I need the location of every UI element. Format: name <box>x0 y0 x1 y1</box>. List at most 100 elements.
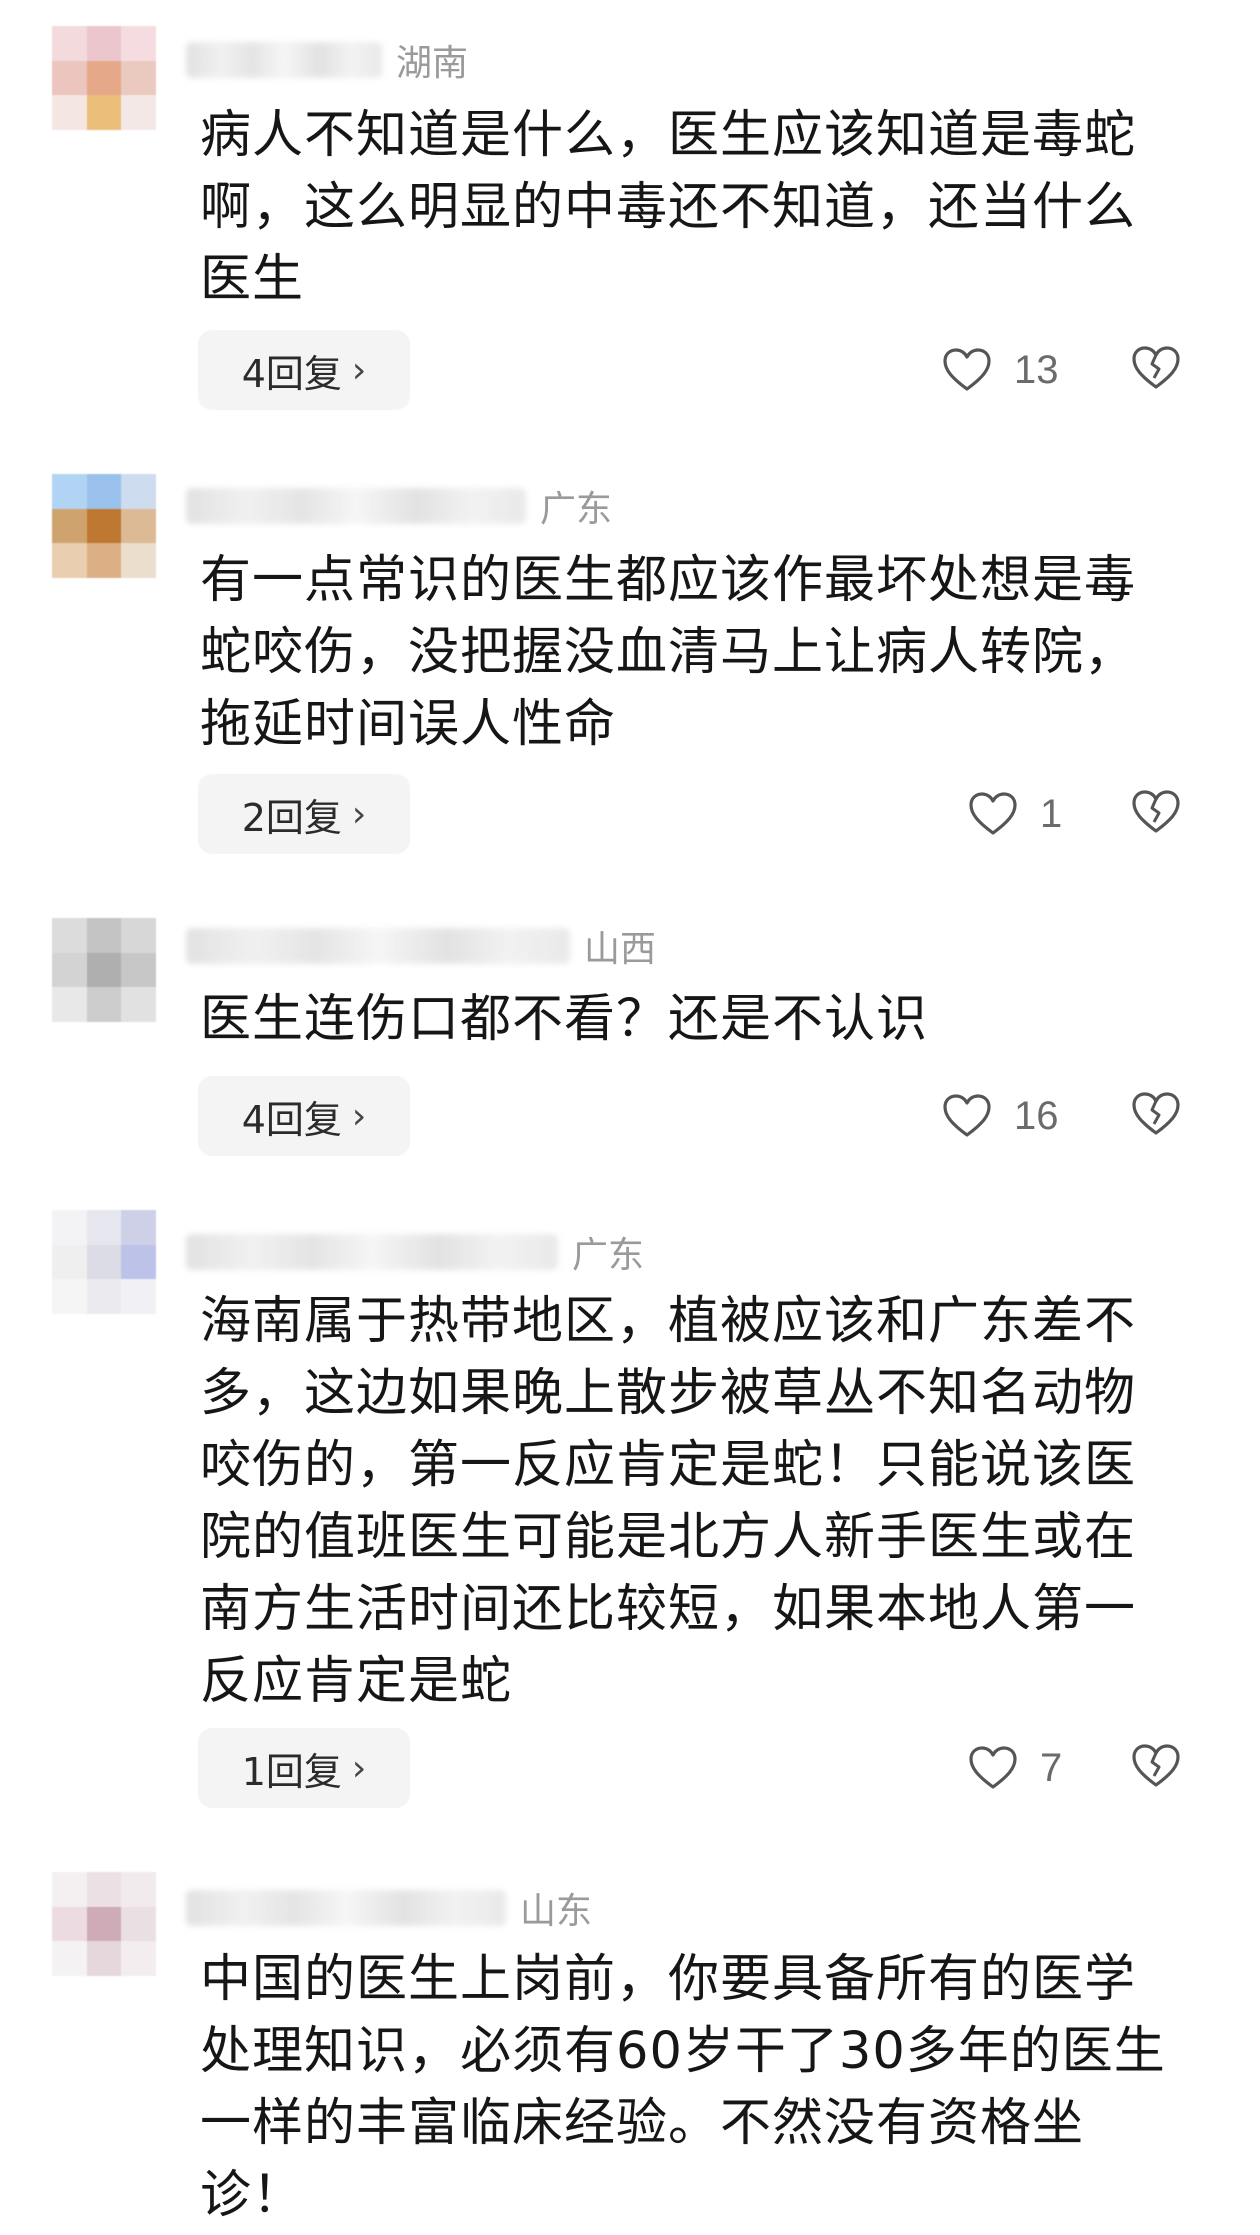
username-blurred[interactable] <box>186 488 526 524</box>
username-blurred[interactable] <box>186 1234 558 1270</box>
avatar-pixel <box>52 1906 87 1942</box>
avatar-pixel <box>86 987 122 1022</box>
avatar-pixel <box>52 1210 87 1245</box>
region-label: 山东 <box>520 1891 593 1932</box>
avatar-pixel <box>86 918 122 953</box>
dislike-button[interactable] <box>1128 1728 1184 1808</box>
comment-text: 中国的医生上岗前，你要具备所有的医学处理知识，必须有60岁干了30多年的医生一样… <box>200 1950 1166 2225</box>
avatar-pixel <box>86 1279 122 1314</box>
avatar-pixel <box>86 1210 122 1245</box>
avatar-pixel <box>86 95 122 130</box>
replies-label: 4回复 <box>241 1097 342 1142</box>
comment-text: 海南属于热带地区，植被应该和广东差不多，这边如果晚上散步被草丛不知名动物咬伤的，… <box>200 1292 1137 1711</box>
broken-heart-icon <box>1131 345 1181 395</box>
like-button[interactable]: 13 <box>942 330 1059 410</box>
avatar-pixel <box>52 60 87 96</box>
avatar-pixel <box>86 60 122 96</box>
replies-label: 4回复 <box>241 351 342 396</box>
avatar[interactable] <box>52 1872 156 1976</box>
replies-label: 2回复 <box>241 795 342 840</box>
avatar-pixel <box>52 543 87 578</box>
like-count: 7 <box>1040 1745 1063 1790</box>
view-replies-button[interactable]: 4回复 › <box>198 1076 410 1156</box>
avatar-pixel <box>121 1872 156 1907</box>
chevron-right-icon: › <box>351 1095 367 1137</box>
comment-meta: 广东 <box>186 484 612 530</box>
avatar-pixel <box>52 918 87 953</box>
avatar-pixel <box>121 1906 156 1942</box>
avatar-pixel <box>52 952 87 988</box>
avatar-pixel <box>86 26 122 61</box>
view-replies-button[interactable]: 1回复 › <box>198 1728 410 1808</box>
avatar-pixel <box>121 508 156 544</box>
broken-heart-icon <box>1131 789 1181 839</box>
region-label: 广东 <box>540 489 613 530</box>
like-button[interactable]: 1 <box>968 774 1062 854</box>
avatar-pixel <box>52 26 87 61</box>
dislike-button[interactable] <box>1128 1076 1184 1156</box>
view-replies-button[interactable]: 2回复 › <box>198 774 410 854</box>
broken-heart-icon <box>1131 1743 1181 1793</box>
comment-text: 病人不知道是什么，医生应该知道是毒蛇啊，这么明显的中毒还不知道，还当什么医生 <box>200 106 1137 309</box>
avatar-pixel <box>52 1244 87 1280</box>
avatar-pixel <box>121 1210 156 1245</box>
avatar[interactable] <box>52 26 156 130</box>
avatar-pixel <box>121 474 156 509</box>
comment-meta: 湖南 <box>186 38 468 84</box>
avatar-pixel <box>121 952 156 988</box>
avatar-pixel <box>121 987 156 1022</box>
comment-meta: 广东 <box>186 1230 644 1276</box>
dislike-button[interactable] <box>1128 774 1184 854</box>
like-count: 1 <box>1040 791 1063 836</box>
avatar-pixel <box>121 95 156 130</box>
comment-meta: 山东 <box>186 1886 592 1932</box>
region-label: 湖南 <box>396 43 469 84</box>
username-blurred[interactable] <box>186 42 382 78</box>
chevron-right-icon: › <box>351 349 367 391</box>
avatar-pixel <box>52 987 87 1022</box>
avatar-pixel <box>86 1244 122 1280</box>
comment-text: 医生连伤口都不看？还是不认识 <box>200 990 929 1049</box>
replies-label: 1回复 <box>241 1749 342 1794</box>
avatar-pixel <box>121 543 156 578</box>
avatar-pixel <box>86 1872 122 1907</box>
avatar[interactable] <box>52 918 156 1022</box>
avatar-pixel <box>86 1941 122 1976</box>
heart-icon <box>942 347 992 393</box>
avatar-pixel <box>52 95 87 130</box>
avatar-pixel <box>86 952 122 988</box>
chevron-right-icon: › <box>351 793 367 835</box>
avatar-pixel <box>86 508 122 544</box>
broken-heart-icon <box>1131 1091 1181 1141</box>
like-button[interactable]: 7 <box>968 1728 1062 1808</box>
like-button[interactable]: 16 <box>942 1076 1059 1156</box>
heart-icon <box>968 791 1018 837</box>
avatar-pixel <box>52 474 87 509</box>
region-label: 山西 <box>584 929 657 970</box>
avatar-pixel <box>121 1279 156 1314</box>
comment-text: 有一点常识的医生都应该作最坏处想是毒蛇咬伤，没把握没血清马上让病人转院，拖延时间… <box>200 551 1137 754</box>
avatar-pixel <box>121 1941 156 1976</box>
avatar-pixel <box>121 1244 156 1280</box>
username-blurred[interactable] <box>186 928 570 964</box>
username-blurred[interactable] <box>186 1890 506 1926</box>
avatar-pixel <box>52 508 87 544</box>
avatar-pixel <box>86 1906 122 1942</box>
avatar-pixel <box>121 26 156 61</box>
heart-icon <box>968 1745 1018 1791</box>
comment-meta: 山西 <box>186 924 656 970</box>
heart-icon <box>942 1093 992 1139</box>
avatar-pixel <box>121 60 156 96</box>
chevron-right-icon: › <box>351 1747 367 1789</box>
avatar[interactable] <box>52 474 156 578</box>
avatar-pixel <box>86 543 122 578</box>
avatar[interactable] <box>52 1210 156 1314</box>
region-label: 广东 <box>572 1235 645 1276</box>
like-count: 16 <box>1014 1093 1059 1138</box>
dislike-button[interactable] <box>1128 330 1184 410</box>
view-replies-button[interactable]: 4回复 › <box>198 330 410 410</box>
avatar-pixel <box>86 474 122 509</box>
avatar-pixel <box>52 1279 87 1314</box>
avatar-pixel <box>52 1941 87 1976</box>
like-count: 13 <box>1014 347 1059 392</box>
